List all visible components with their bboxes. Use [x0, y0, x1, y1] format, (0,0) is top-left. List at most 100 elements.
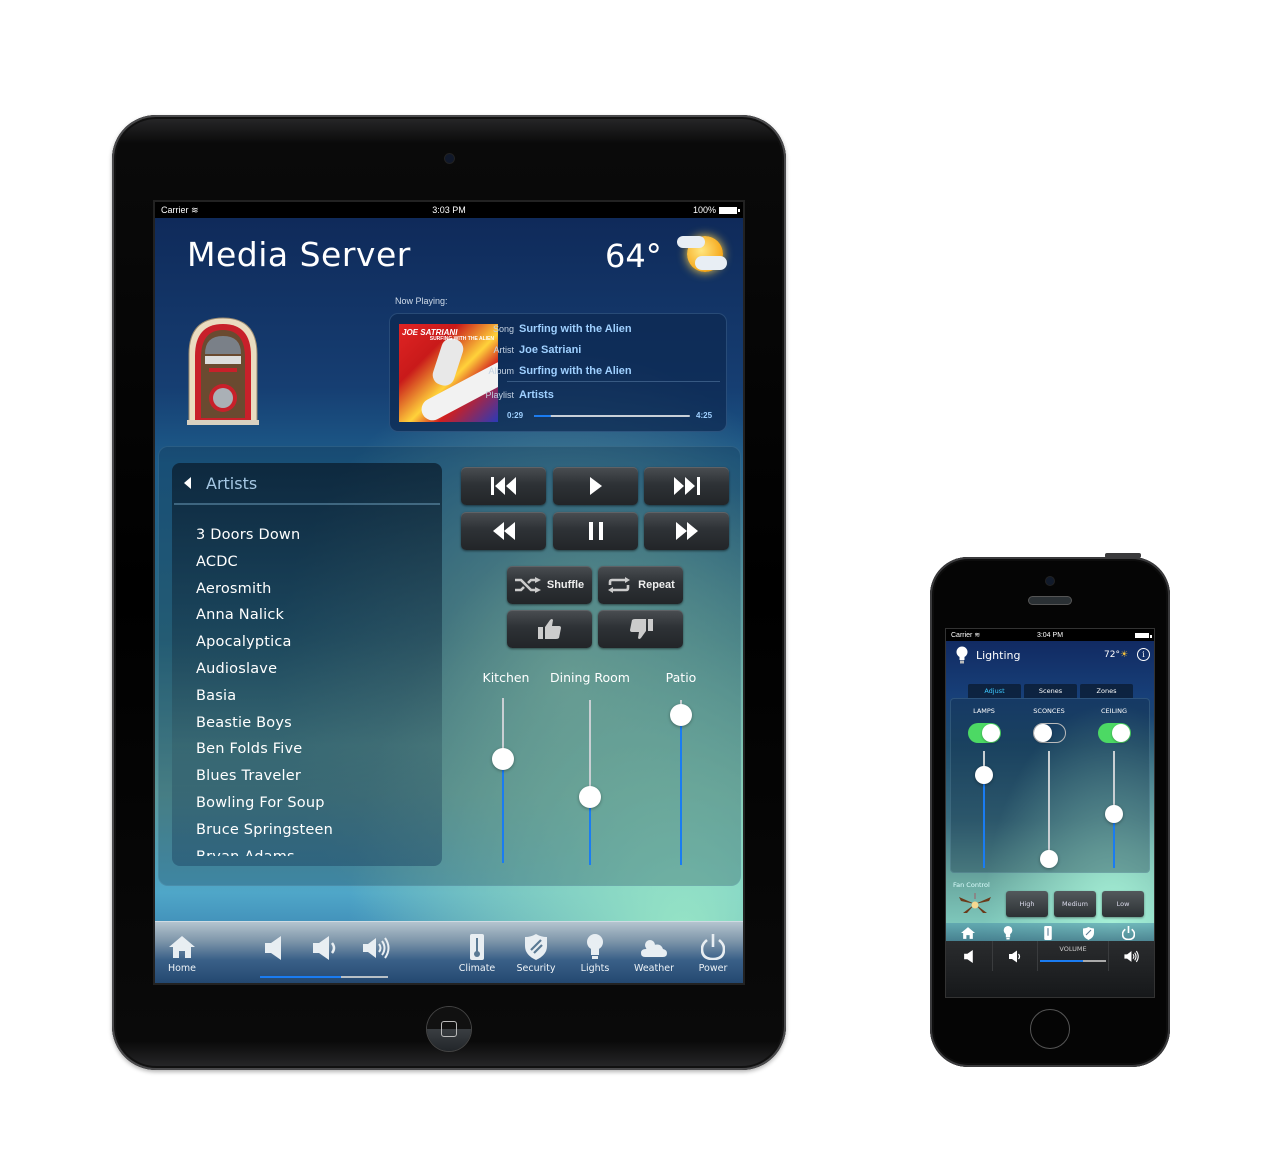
previous-track-button[interactable]	[461, 467, 546, 505]
master-volume-bar[interactable]	[260, 976, 388, 978]
volume-mute-button[interactable]	[265, 936, 283, 964]
partly-sunny-icon[interactable]	[673, 232, 727, 276]
ceiling-dimmer-slider[interactable]	[1104, 751, 1124, 868]
lighting-app: Lighting 72°☀ i Adjust Scenes Zones LAMP…	[946, 641, 1154, 953]
volume-up-button[interactable]	[1108, 941, 1154, 971]
pause-button[interactable]	[553, 512, 638, 550]
kitchen-volume-slider[interactable]	[492, 698, 514, 863]
artist-list-item[interactable]: 3 Doors Down	[196, 522, 442, 549]
home-button[interactable]	[1030, 1009, 1070, 1049]
info-button[interactable]: i	[1137, 648, 1150, 661]
artist-list-item[interactable]: Blues Traveler	[196, 763, 442, 790]
repeat-button[interactable]: Repeat	[598, 566, 683, 604]
tab-home[interactable]: Home	[155, 933, 212, 974]
lamps-dimmer-slider[interactable]	[974, 751, 994, 868]
tab-scenes[interactable]: Scenes	[1024, 684, 1077, 698]
slider-thumb[interactable]	[670, 704, 692, 727]
status-bar: Carrier ≋ 3:03 PM 100%	[155, 202, 743, 218]
tab-lights[interactable]: Lights	[565, 933, 625, 974]
next-track-button[interactable]	[644, 467, 729, 505]
fan-medium-button[interactable]: Medium	[1054, 891, 1096, 917]
artist-list-item[interactable]: Aerosmith	[196, 576, 442, 603]
volume-down-button[interactable]	[313, 936, 339, 964]
home-icon	[169, 936, 195, 958]
status-time: 3:03 PM	[432, 205, 466, 215]
zone-label-dining-room: Dining Room	[550, 670, 630, 685]
battery-icon	[1135, 632, 1152, 638]
ceiling-toggle[interactable]	[1098, 723, 1131, 743]
rewind-button[interactable]	[461, 512, 546, 550]
page-title: Media Server	[187, 235, 411, 274]
artist-list-item[interactable]: Basia	[196, 683, 442, 710]
artist-list-item[interactable]: Bruce Springsteen	[196, 817, 442, 844]
volume-mute-button[interactable]	[946, 941, 993, 971]
thumbs-up-button[interactable]	[507, 610, 592, 648]
tab-power[interactable]: Power	[683, 933, 743, 974]
progress-bar[interactable]	[534, 415, 690, 417]
dining-room-volume-slider[interactable]	[579, 700, 601, 865]
fast-forward-button[interactable]	[644, 512, 729, 550]
sleep-button[interactable]	[1105, 553, 1141, 558]
volume-slider[interactable]	[1040, 960, 1106, 962]
browser-header[interactable]: Artists	[174, 463, 440, 505]
artist-list-item[interactable]: Beastie Boys	[196, 710, 442, 737]
volume-bar: VOLUME	[946, 941, 1154, 997]
thumbs-up-icon	[537, 619, 561, 639]
ipad-screen: Carrier ≋ 3:03 PM 100% Media Server 64°	[153, 200, 745, 985]
slider-thumb[interactable]	[1105, 805, 1123, 824]
shield-icon	[525, 934, 547, 960]
home-icon	[961, 927, 975, 939]
artist-list-item[interactable]: Bryan Adams	[196, 844, 442, 856]
artist-list[interactable]: 3 Doors Down ACDC Aerosmith Anna Nalick Apoc…	[172, 505, 442, 856]
volume-up-button[interactable]	[363, 936, 391, 964]
shield-icon	[1082, 926, 1094, 940]
temperature: 64°	[605, 237, 662, 275]
progress-fill	[534, 415, 552, 417]
media-server-app: Media Server 64° Now Playing: JOE SATRIA…	[155, 218, 743, 983]
slider-thumb[interactable]	[975, 765, 993, 784]
tab-climate[interactable]: Climate	[447, 933, 507, 974]
artist-list-item[interactable]: Apocalyptica	[196, 629, 442, 656]
artist-list-item[interactable]: ACDC	[196, 549, 442, 576]
ceiling-fan-icon	[959, 893, 991, 913]
partly-sunny-icon: ☀	[1119, 650, 1129, 660]
fan-control-label: Fan Control	[953, 881, 990, 889]
shuffle-button[interactable]: Shuffle	[507, 566, 592, 604]
lamps-toggle[interactable]	[968, 723, 1001, 743]
sconces-toggle[interactable]	[1033, 723, 1066, 743]
camera	[445, 154, 454, 163]
patio-volume-slider[interactable]	[670, 700, 692, 865]
fan-high-button[interactable]: High	[1006, 891, 1048, 917]
lightbulb-icon	[1003, 926, 1013, 940]
tab-security[interactable]: Security	[506, 933, 566, 974]
artist-list-item[interactable]: Audioslave	[196, 656, 442, 683]
skip-forward-icon	[673, 477, 700, 495]
home-button[interactable]	[427, 1007, 471, 1051]
album-name: Surfing with the Alien	[519, 365, 632, 377]
skip-back-icon	[490, 477, 516, 495]
artist-browser: Artists 3 Doors Down ACDC Aerosmith Anna Na…	[172, 463, 442, 866]
artist-list-item[interactable]: Ben Folds Five	[196, 736, 442, 763]
channel-label-ceiling: CEILING	[1101, 707, 1127, 715]
thermometer-icon	[470, 934, 484, 960]
artist-list-item[interactable]: Anna Nalick	[196, 602, 442, 629]
artist-row: Artist Joe Satriani	[493, 344, 582, 356]
thumbs-down-button[interactable]	[598, 610, 683, 648]
volume-down-button[interactable]	[993, 941, 1038, 971]
slider-thumb[interactable]	[492, 748, 514, 771]
back-arrow-icon[interactable]	[184, 477, 191, 489]
artist-list-item[interactable]: Bowling For Soup	[196, 790, 442, 817]
fan-low-button[interactable]: Low	[1102, 891, 1144, 917]
play-button[interactable]	[553, 467, 638, 505]
iphone-screen: Carrier ≋ 3:04 PM Lighting 72°☀ i Adjust…	[945, 628, 1155, 998]
sconces-dimmer-slider[interactable]	[1039, 751, 1059, 868]
play-icon	[589, 477, 602, 495]
battery-icon	[719, 207, 740, 215]
slider-thumb[interactable]	[579, 785, 601, 808]
tab-zones[interactable]: Zones	[1080, 684, 1133, 698]
pause-icon	[588, 522, 603, 540]
speaker-medium-icon	[1008, 950, 1020, 962]
slider-thumb[interactable]	[1040, 850, 1058, 868]
tab-weather[interactable]: Weather	[624, 933, 684, 974]
tab-adjust[interactable]: Adjust	[968, 684, 1021, 698]
